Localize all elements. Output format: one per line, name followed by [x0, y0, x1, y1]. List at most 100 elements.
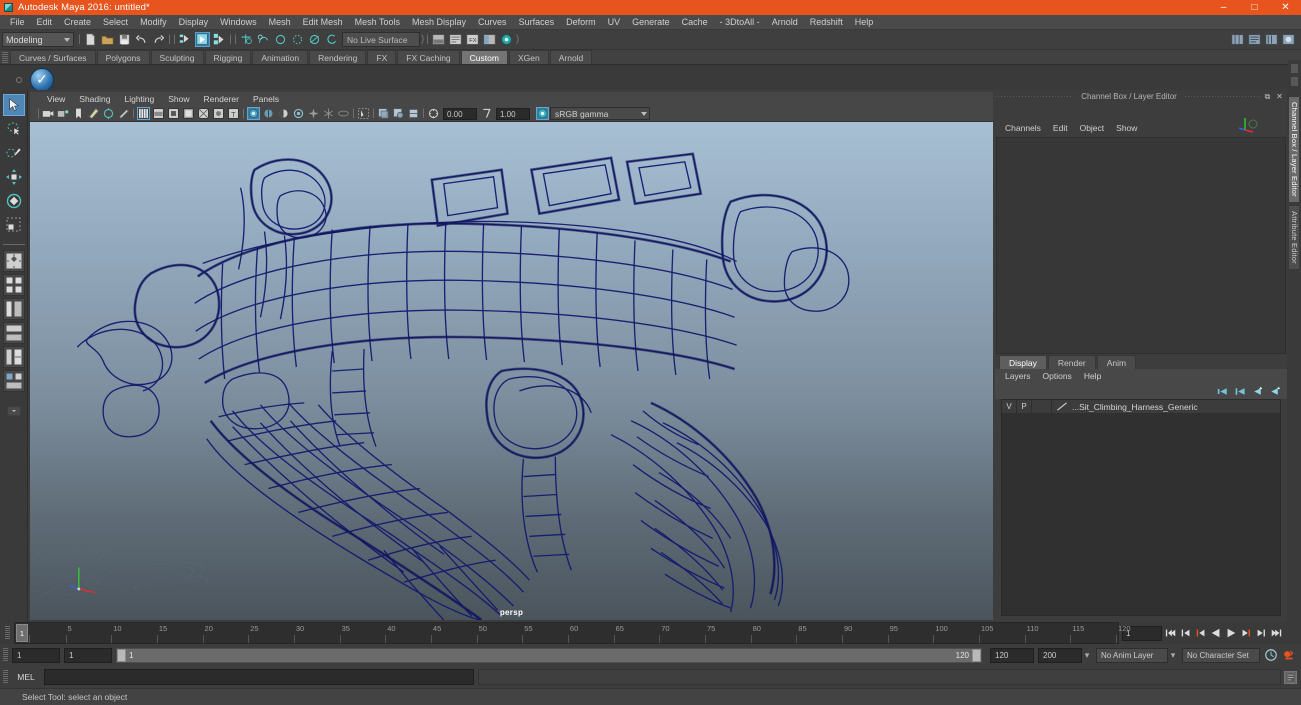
- move-tool[interactable]: [3, 166, 25, 188]
- shelf-tab-rendering[interactable]: Rendering: [309, 50, 366, 64]
- character-set-dropdown[interactable]: No Character Set: [1182, 648, 1260, 663]
- smooth-shade-selected-icon[interactable]: [167, 107, 180, 120]
- save-scene-icon[interactable]: [117, 32, 132, 47]
- undock-icon[interactable]: ⧉: [1263, 92, 1272, 101]
- channel-box-menu-object[interactable]: Object: [1074, 123, 1111, 133]
- menu-item-windows[interactable]: Windows: [214, 15, 263, 30]
- paint-select-tool[interactable]: [3, 142, 25, 164]
- menu-item-redshift[interactable]: Redshift: [804, 15, 849, 30]
- lighting-tool-icon[interactable]: [117, 107, 130, 120]
- menu-item-curves[interactable]: Curves: [472, 15, 513, 30]
- right-tab-channel-box-layer-editor[interactable]: Channel Box / Layer Editor: [1288, 96, 1300, 203]
- menu-item-modify[interactable]: Modify: [134, 15, 173, 30]
- current-time-indicator[interactable]: 1: [16, 624, 28, 642]
- menu-item-generate[interactable]: Generate: [626, 15, 676, 30]
- layer-visibility-toggle[interactable]: V: [1002, 400, 1017, 413]
- color-transform-dropdown[interactable]: sRGB gamma: [550, 107, 650, 120]
- bookmark-icon[interactable]: [72, 107, 85, 120]
- shadows-icon[interactable]: [277, 107, 290, 120]
- add-selected-to-layer-icon[interactable]: [1268, 385, 1281, 398]
- step-forward-keyframe-icon[interactable]: [1254, 626, 1267, 640]
- menu-item-deform[interactable]: Deform: [560, 15, 602, 30]
- anim-layer-dropdown[interactable]: No Anim Layer: [1096, 648, 1168, 663]
- snap-to-view-plane-icon[interactable]: [307, 32, 322, 47]
- xray-active-components-icon[interactable]: [407, 107, 420, 120]
- shelf-grip[interactable]: [2, 52, 8, 63]
- minimize-button[interactable]: –: [1208, 0, 1239, 15]
- command-language-label[interactable]: MEL: [8, 672, 44, 682]
- close-button[interactable]: ✕: [1270, 0, 1301, 15]
- scroll-down-icon[interactable]: [1290, 76, 1299, 87]
- range-slider-bar[interactable]: 1 120: [116, 648, 982, 663]
- shelf-tab-fx-caching[interactable]: FX Caching: [397, 50, 459, 64]
- texture-shaded-icon[interactable]: [212, 107, 225, 120]
- isolate-select-icon[interactable]: [357, 107, 370, 120]
- channel-box-toggle-icon[interactable]: [1281, 32, 1296, 47]
- layer-tab-render[interactable]: Render: [1048, 355, 1096, 369]
- channel-box-menu-show[interactable]: Show: [1110, 123, 1143, 133]
- rotate-tool[interactable]: [3, 190, 25, 212]
- chevron-down-icon[interactable]: ▾: [1082, 648, 1092, 663]
- range-end-handle[interactable]: [972, 649, 981, 662]
- command-input[interactable]: [44, 669, 474, 685]
- layer-menu-layers[interactable]: Layers: [999, 371, 1037, 381]
- layer-color-swatch[interactable]: [1054, 401, 1070, 412]
- menu-item-mesh-display[interactable]: Mesh Display: [406, 15, 472, 30]
- step-back-frame-icon[interactable]: [1194, 626, 1207, 640]
- select-by-component-icon[interactable]: [212, 32, 227, 47]
- shelf-tab-polygons[interactable]: Polygons: [97, 50, 150, 64]
- two-sided-lighting-icon[interactable]: [102, 107, 115, 120]
- four-view-layout[interactable]: [3, 274, 25, 296]
- xray-icon[interactable]: [377, 107, 390, 120]
- playback-end-time-field[interactable]: 120: [990, 648, 1034, 663]
- motion-blur-icon[interactable]: [307, 107, 320, 120]
- channel-box-icon[interactable]: [482, 32, 497, 47]
- range-start-handle[interactable]: [117, 649, 126, 662]
- menu-item-uv[interactable]: UV: [602, 15, 627, 30]
- scroll-up-icon[interactable]: [1290, 63, 1299, 74]
- viewport-menu-panels[interactable]: Panels: [246, 92, 286, 106]
- menu-item-display[interactable]: Display: [173, 15, 215, 30]
- shelf-tab-arnold[interactable]: Arnold: [550, 50, 593, 64]
- attribute-editor-icon[interactable]: [448, 32, 463, 47]
- exposure-reset-icon[interactable]: [427, 107, 440, 120]
- select-tool[interactable]: [3, 94, 25, 116]
- menu-item-edit[interactable]: Edit: [31, 15, 59, 30]
- layer-tab-display[interactable]: Display: [999, 355, 1047, 369]
- attribute-editor-toggle-icon[interactable]: [1247, 32, 1262, 47]
- menu-item-help[interactable]: Help: [849, 15, 880, 30]
- shelf-tab-rigging[interactable]: Rigging: [205, 50, 252, 64]
- tool-settings-icon[interactable]: FX: [465, 32, 480, 47]
- play-backwards-icon[interactable]: [1209, 626, 1222, 640]
- gamma-field[interactable]: 1.00: [496, 108, 530, 120]
- play-forwards-icon[interactable]: [1224, 626, 1237, 640]
- select-by-object-icon[interactable]: [195, 32, 210, 47]
- use-default-material-icon[interactable]: T: [227, 107, 240, 120]
- new-scene-icon[interactable]: [83, 32, 98, 47]
- render-view-icon[interactable]: [499, 32, 514, 47]
- color-management-icon[interactable]: [536, 107, 549, 120]
- live-surface-field[interactable]: No Live Surface: [342, 32, 420, 47]
- menu-item-arnold[interactable]: Arnold: [766, 15, 804, 30]
- hypershade-persp-layout[interactable]: [3, 346, 25, 368]
- time-slider-track[interactable]: 1 51015202530354045505560657075808590951…: [14, 622, 1119, 644]
- layer-menu-options[interactable]: Options: [1037, 371, 1078, 381]
- animation-preferences-icon[interactable]: [1282, 648, 1296, 662]
- camera-attributes-icon[interactable]: [57, 107, 70, 120]
- menu-item-select[interactable]: Select: [97, 15, 134, 30]
- channel-box-content[interactable]: [996, 137, 1286, 354]
- open-scene-icon[interactable]: [100, 32, 115, 47]
- new-layer-from-selected-icon[interactable]: [1234, 385, 1247, 398]
- menu-item-file[interactable]: File: [4, 15, 31, 30]
- show-hide-editors-icon[interactable]: [431, 32, 446, 47]
- single-perspective-view-layout[interactable]: [3, 250, 25, 272]
- smooth-shade-all-icon[interactable]: [152, 107, 165, 120]
- time-slider-grip[interactable]: [0, 622, 14, 644]
- playback-start-time-field[interactable]: 1: [64, 648, 112, 663]
- multisample-icon[interactable]: [322, 107, 335, 120]
- blue-check-shelf-icon[interactable]: ✓: [30, 68, 54, 92]
- menu-item-mesh[interactable]: Mesh: [263, 15, 297, 30]
- animation-start-time-field[interactable]: 1: [12, 648, 60, 663]
- menu-item-3dtoall[interactable]: - 3DtoAll -: [714, 15, 766, 30]
- snap-to-point-icon[interactable]: [273, 32, 288, 47]
